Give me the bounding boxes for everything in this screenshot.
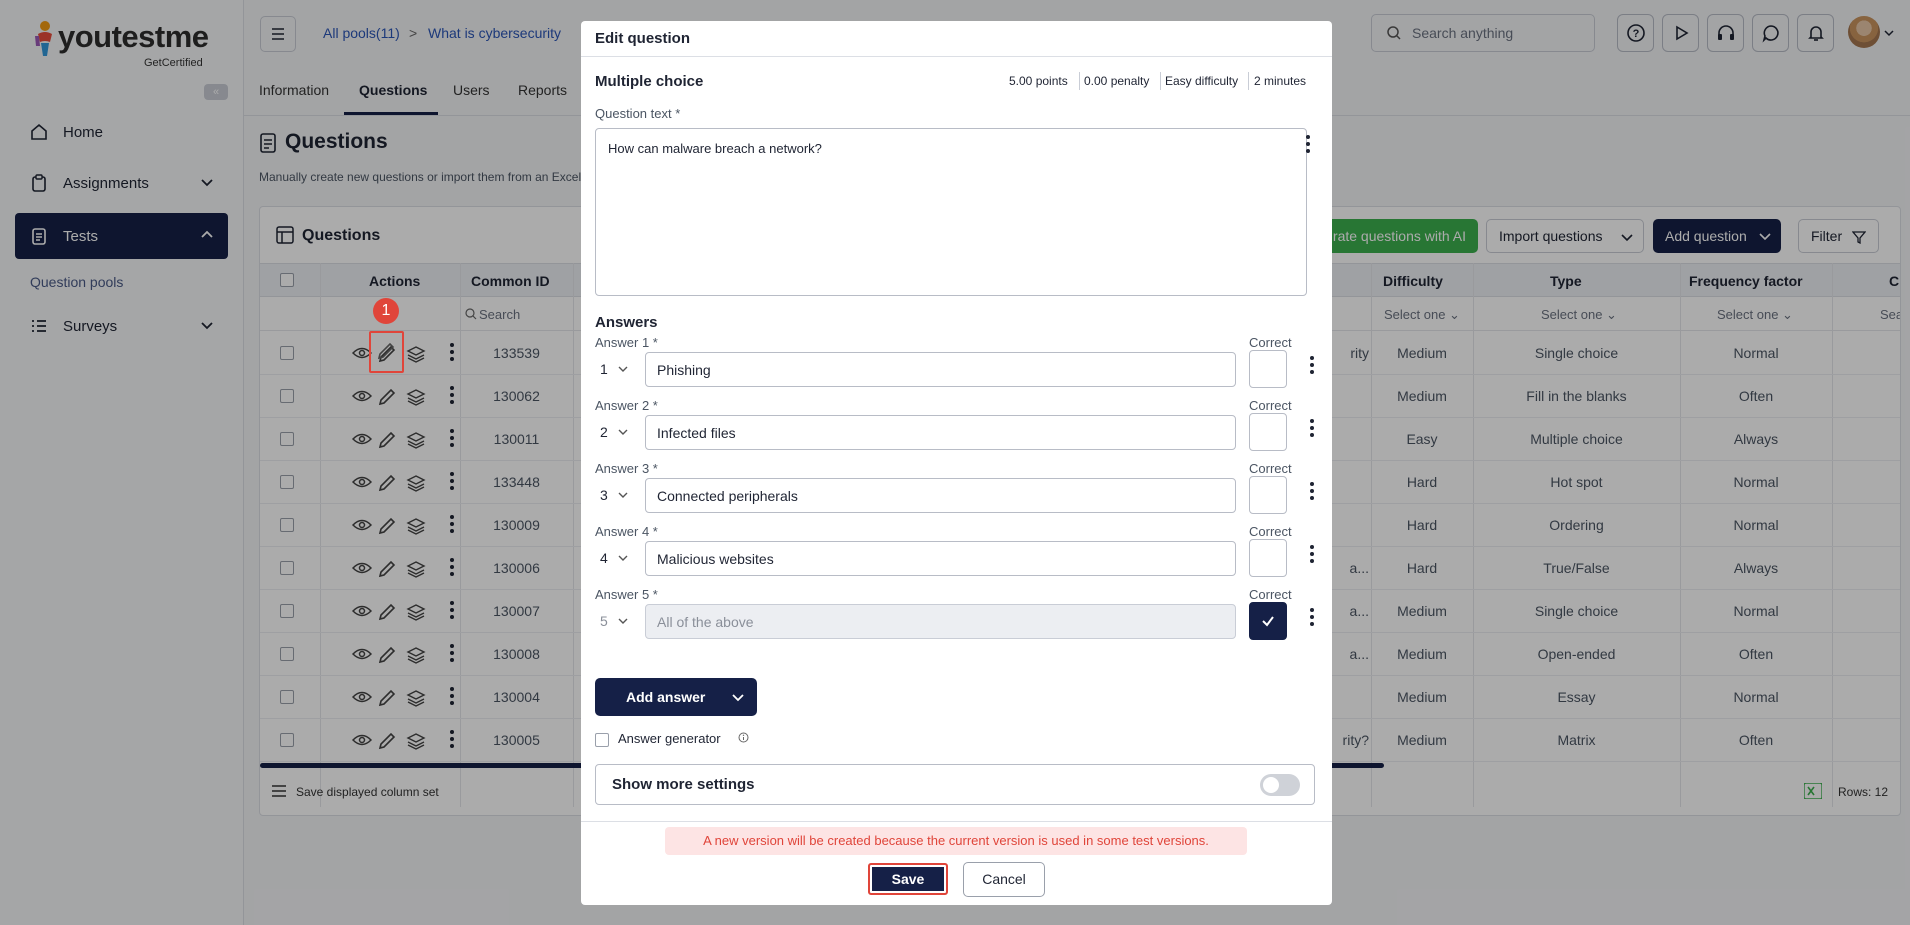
meta-difficulty: Easy difficulty (1165, 74, 1239, 88)
footer-divider (581, 821, 1332, 822)
answer-input[interactable]: Phishing (645, 352, 1236, 387)
correct-checkbox[interactable] (1249, 539, 1287, 577)
answer-order-select[interactable]: 1 (595, 352, 635, 386)
answer-input[interactable]: Connected peripherals (645, 478, 1236, 513)
edit-question-dialog: Edit question Multiple choice 5.00 point… (581, 21, 1332, 905)
answer-text: Infected files (657, 424, 736, 441)
answer-text: Malicious websites (657, 550, 774, 567)
meta-penalty: 0.00 penalty (1084, 74, 1150, 88)
correct-checkbox[interactable] (1249, 413, 1287, 451)
answer-label: Answer 5 * (595, 587, 658, 602)
answer-options-kebab[interactable] (1310, 545, 1314, 566)
correct-label: Correct (1249, 587, 1292, 602)
answer-label: Answer 1 * (595, 335, 658, 350)
order-value: 5 (600, 613, 608, 629)
meta-points: 5.00 points (1009, 74, 1068, 88)
chevron-down-icon (618, 429, 628, 435)
answer-order-select[interactable]: 2 (595, 415, 635, 449)
question-options-kebab[interactable] (1306, 135, 1310, 156)
order-value: 2 (600, 424, 608, 440)
answer-label: Answer 3 * (595, 461, 658, 476)
meta-divider (1160, 72, 1161, 90)
question-type: Multiple choice (595, 73, 704, 90)
meta-time: 2 minutes (1254, 74, 1307, 88)
answer-text: Connected peripherals (657, 487, 798, 504)
pencil-icon[interactable] (376, 341, 396, 361)
answer-order-select[interactable]: 5 (595, 604, 635, 638)
answer-order-select[interactable]: 4 (595, 541, 635, 575)
order-value: 4 (600, 550, 608, 566)
answer-options-kebab[interactable] (1310, 419, 1314, 440)
chevron-down-icon[interactable] (732, 692, 744, 704)
answers-title: Answers (595, 314, 658, 331)
correct-label: Correct (1249, 335, 1292, 350)
correct-checkbox[interactable] (1249, 350, 1287, 388)
info-icon[interactable] (738, 732, 749, 743)
correct-checkbox[interactable] (1249, 476, 1287, 514)
version-warning: A new version will be created because th… (665, 827, 1247, 855)
check-icon (1262, 616, 1274, 627)
answer-label: Answer 2 * (595, 398, 658, 413)
save-button[interactable]: Save (868, 863, 948, 895)
add-answer-button[interactable]: Add answer (595, 678, 757, 716)
show-more-settings[interactable]: Show more settings (595, 764, 1315, 805)
answer-input[interactable]: Malicious websites (645, 541, 1236, 576)
answer-text: All of the above (657, 613, 754, 630)
question-text-label: Question text * (595, 106, 681, 121)
question-text-area[interactable]: How can malware breach a network? (595, 128, 1307, 296)
chevron-down-icon (618, 618, 628, 624)
answer-options-kebab[interactable] (1310, 356, 1314, 377)
button-label: Add answer (626, 689, 706, 705)
step-marker-1: 1 (373, 298, 399, 324)
correct-checkbox[interactable] (1249, 602, 1287, 640)
answer-input[interactable]: All of the above (645, 604, 1236, 639)
chevron-down-icon (618, 492, 628, 498)
answer-options-kebab[interactable] (1310, 608, 1314, 629)
correct-label: Correct (1249, 524, 1292, 539)
cancel-button[interactable]: Cancel (963, 862, 1045, 897)
meta-divider (1248, 72, 1249, 90)
answer-input[interactable]: Infected files (645, 415, 1236, 450)
chevron-down-icon (618, 555, 628, 561)
order-value: 1 (600, 361, 608, 377)
answer-generator-label: Answer generator (618, 731, 721, 746)
meta-divider (1079, 72, 1080, 90)
question-text-value: How can malware breach a network? (608, 141, 822, 156)
answer-order-select[interactable]: 3 (595, 478, 635, 512)
chevron-down-icon (618, 366, 628, 372)
answer-label: Answer 4 * (595, 524, 658, 539)
correct-label: Correct (1249, 461, 1292, 476)
answer-text: Phishing (657, 361, 711, 378)
order-value: 3 (600, 487, 608, 503)
answer-generator-checkbox[interactable] (595, 733, 609, 747)
answer-options-kebab[interactable] (1310, 482, 1314, 503)
show-more-toggle[interactable] (1260, 774, 1300, 796)
dialog-title: Edit question (595, 30, 690, 47)
dialog-header: Edit question (581, 21, 1332, 57)
show-more-label: Show more settings (612, 776, 755, 793)
correct-label: Correct (1249, 398, 1292, 413)
